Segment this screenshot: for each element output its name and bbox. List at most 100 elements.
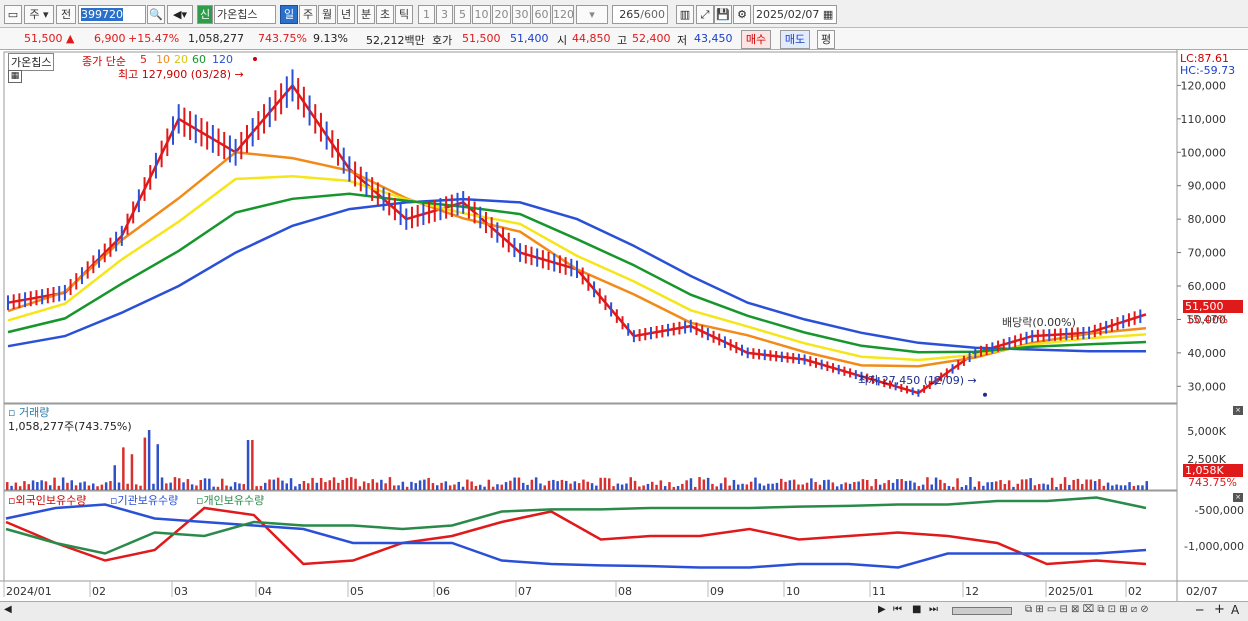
volume-bar [569, 483, 572, 490]
x-tick-label: 12 [965, 585, 979, 598]
volume-bar [663, 486, 667, 490]
volume-bar [1115, 484, 1118, 490]
hc-label: HC:-59.73 [1180, 64, 1236, 77]
volume-bar [14, 482, 18, 490]
volume-bar [1046, 484, 1050, 490]
sell-button[interactable]: 매도 [780, 30, 810, 49]
volume-bar [509, 480, 512, 490]
holdings-panel-close-icon[interactable]: × [1233, 493, 1243, 502]
volume-bar [268, 479, 271, 490]
volume-bar [1050, 477, 1054, 490]
table-icon[interactable]: ▦ [8, 70, 22, 83]
tool-icons[interactable]: ⧉ ⊞ ▭ ⊟ ⊠ ⌧ ⧉ ⊡ ⊞ ⧄ ⊘ [1025, 604, 1149, 615]
period-select[interactable]: 주 ▾ [24, 5, 54, 24]
draw-line-icon[interactable]: ⤢ [696, 5, 714, 24]
volume-bar [694, 486, 697, 490]
zoom-in-icon[interactable]: + [1214, 602, 1225, 617]
new-badge: 신 [197, 5, 213, 24]
interval-minute[interactable]: 분 [357, 5, 375, 24]
volume-bar [1076, 478, 1080, 490]
stop-icon[interactable]: ■ [912, 604, 921, 615]
price-tick-label: 80,000 [1188, 213, 1227, 226]
search-icon[interactable]: 🔍 [147, 5, 165, 24]
minute-3[interactable]: 3 [436, 5, 453, 24]
volume-bar [1020, 479, 1024, 490]
interval-month[interactable]: 월 [318, 5, 336, 24]
volume-bar [874, 479, 878, 490]
date-field[interactable]: 2025/02/07 ▦ [753, 5, 837, 24]
volume-bar [104, 482, 108, 490]
volume-bar [362, 481, 366, 490]
volume-bar [840, 484, 843, 490]
volume-bar [814, 482, 817, 490]
minute-1[interactable]: 1 [418, 5, 435, 24]
volume-bar [40, 480, 43, 490]
eval-button[interactable]: 평 [817, 30, 835, 49]
custom-interval-select[interactable]: ▾ [576, 5, 608, 24]
volume-bar [883, 483, 886, 490]
minute-5[interactable]: 5 [454, 5, 471, 24]
volume-bar [1128, 482, 1131, 490]
volume-bar [896, 479, 899, 490]
auto-scale-icon[interactable]: A [1231, 603, 1239, 617]
minute-30[interactable]: 30 [512, 5, 531, 24]
interval-tick[interactable]: 틱 [395, 5, 413, 24]
volume-bar [831, 482, 835, 490]
volume-bar [491, 486, 495, 490]
window-icon[interactable]: ▭ [4, 5, 22, 24]
price-change-pct: +15.47% [128, 32, 180, 45]
volume-bar [582, 479, 585, 490]
rewind-icon[interactable]: ⏮ [893, 604, 902, 615]
volume-bar [999, 480, 1002, 490]
prev-button[interactable]: 전 [56, 5, 76, 24]
interval-week[interactable]: 주 [299, 5, 317, 24]
volume-bar [135, 484, 138, 490]
stock-name-field[interactable]: 가온칩스 [214, 5, 276, 24]
chart-area[interactable]: 120,000 110,000 100,000 90,000 80,000 70,000 6… [0, 50, 1248, 601]
volume-bar [810, 478, 813, 490]
count-field[interactable]: 265/600 [612, 5, 668, 24]
volume-bar [255, 486, 258, 490]
volume-panel-close-icon[interactable]: × [1233, 406, 1243, 415]
minute-10[interactable]: 10 [472, 5, 491, 24]
volume-bar [947, 486, 951, 490]
volume-bar [246, 440, 250, 490]
gear-icon[interactable]: ⚙ [733, 5, 751, 24]
interval-second[interactable]: 초 [376, 5, 394, 24]
minute-120[interactable]: 120 [552, 5, 574, 24]
volume-bar [698, 477, 701, 490]
high-marker [253, 57, 257, 62]
volume-bar [427, 477, 430, 490]
volume-bar [780, 478, 783, 490]
zoom-out-icon[interactable]: ─ [1196, 603, 1203, 617]
interval-year[interactable]: 년 [337, 5, 355, 24]
current-price: 51,500 ▲ [24, 32, 75, 45]
volume-bar [513, 477, 516, 490]
minute-20[interactable]: 20 [492, 5, 511, 24]
x-tick-label: 2024/01 [6, 585, 52, 598]
volume-bar [388, 477, 392, 490]
volume-bar [801, 484, 804, 490]
volume-bar [444, 481, 448, 490]
volume-bar [466, 479, 469, 490]
speaker-icon[interactable]: ◀▾ [167, 5, 193, 24]
code-input[interactable]: 399720 [78, 5, 146, 24]
volume-bar [711, 483, 714, 490]
chart-type-icon[interactable]: ▥ [676, 5, 694, 24]
volume-bar [57, 485, 61, 490]
volume-bar [745, 484, 749, 490]
interval-day[interactable]: 일 [280, 5, 298, 24]
buy-button[interactable]: 매수 [741, 30, 771, 49]
scroll-thumb[interactable] [952, 607, 1012, 615]
scroll-left-icon[interactable]: ◀ [4, 604, 12, 615]
volume-bar [18, 486, 22, 490]
x-tick-label: 2025/01 [1048, 585, 1094, 598]
ma-20-label: 20 [174, 53, 188, 66]
scroll-bar[interactable]: ◀ ▶ ⏮ ■ ⏭ ⧉ ⊞ ▭ ⊟ ⊠ ⌧ ⧉ ⊡ ⊞ ⧄ ⊘ ─ + A [0, 601, 1248, 621]
save-icon[interactable]: 💾 [714, 5, 732, 24]
volume-bar [681, 483, 684, 490]
play-icon[interactable]: ▶ [878, 604, 886, 615]
forward-icon[interactable]: ⏭ [929, 604, 938, 615]
minute-60[interactable]: 60 [532, 5, 551, 24]
volume-bar [130, 454, 134, 490]
